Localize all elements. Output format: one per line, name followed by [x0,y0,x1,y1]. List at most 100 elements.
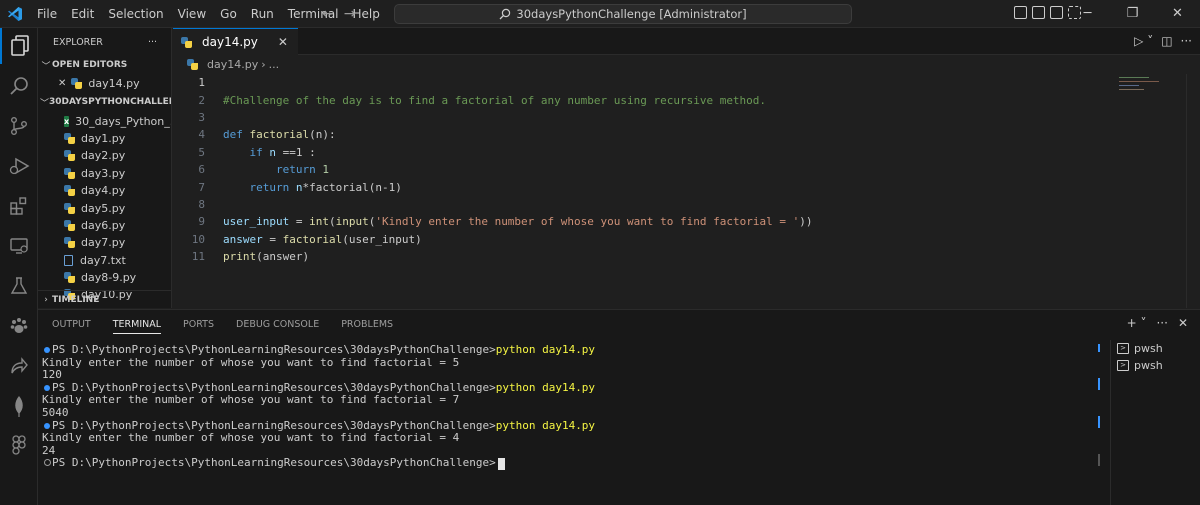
figma-icon[interactable] [0,428,38,464]
toggle-sidebar-icon[interactable] [1014,6,1027,19]
open-editor-item[interactable]: ✕ day14.py [38,75,171,92]
breadcrumb: day14.py › ... [173,55,1200,73]
python-file-icon [64,132,75,144]
code-line: 3 [198,110,205,124]
terminal-icon: > [1117,343,1129,354]
toggle-secondary-sidebar-icon[interactable] [1050,6,1063,19]
file-item[interactable]: x 30_days_Python_... [38,112,171,129]
code-line: 8 [198,197,205,211]
new-terminal-icon[interactable]: + ˅ [1127,316,1147,330]
python-file-icon [181,36,192,48]
source-control-icon[interactable] [0,108,38,144]
close-tab-icon[interactable]: ✕ [278,35,288,49]
file-item[interactable]: day1.py [38,130,171,147]
text-file-icon [64,254,73,266]
tab-terminal[interactable]: TERMINAL [112,319,162,334]
file-item[interactable]: day4.py [38,182,171,199]
breadcrumb-symbol[interactable]: ... [269,58,280,71]
spreadsheet-file-icon: x [64,115,70,127]
command-center-search[interactable]: 30daysPythonChallenge [Administrator] [394,4,852,24]
open-editors-section[interactable]: ﹀ OPEN EDITORS [38,55,171,75]
back-arrow-icon[interactable]: ← [322,0,334,28]
menu-edit[interactable]: Edit [64,0,101,28]
run-debug-icon[interactable] [0,148,38,184]
python-file-icon [64,219,75,231]
chevron-down-icon: ﹀ [40,98,50,109]
explorer-sidebar: EXPLORER ··· ﹀ OPEN EDITORS ✕ day14.py ﹀… [38,28,172,308]
editor-area: day14.py ✕ ▷ ˅ ◫ ··· day14.py › ... 1 2 #… [173,28,1200,308]
tab-output[interactable]: OUTPUT [52,319,91,330]
vscode-logo-icon [0,0,30,28]
forward-arrow-icon[interactable]: → [344,0,356,28]
python-file-icon [64,167,75,179]
panel-more-icon[interactable]: ··· [1156,316,1167,330]
python-file-icon [64,150,75,162]
testing-icon[interactable] [0,268,38,304]
file-item[interactable]: day8-9.py [38,269,171,286]
activity-bar [0,28,38,505]
tab-problems[interactable]: PROBLEMS [341,319,393,330]
python-file-icon [64,237,75,249]
file-item[interactable]: day7.txt [38,252,171,269]
menu-file[interactable]: File [30,0,64,28]
terminal-icon: > [1117,360,1129,371]
terminal-list-item[interactable]: > pwsh [1111,357,1200,374]
close-panel-icon[interactable]: ✕ [1178,316,1188,330]
code-line: 5 if n ==1 : [198,145,316,159]
minimize-icon[interactable]: ─ [1065,0,1110,28]
close-icon[interactable]: ✕ [58,78,66,89]
code-line: 2 #Challenge of the day is to find a fact… [198,93,767,107]
terminal-output[interactable]: PS D:\PythonProjects\PythonLearningResou… [42,343,1092,470]
terminal-list-item[interactable]: > pwsh [1111,340,1200,357]
python-file-icon [64,202,75,214]
title-bar: File Edit Selection View Go Run Terminal… [0,0,1200,28]
live-share-icon[interactable] [0,348,38,384]
python-file-icon [64,272,75,284]
folder-section[interactable]: ﹀ 30DAYSPYTHONCHALLENGE [38,92,171,112]
code-line: 4 def factorial(n): [198,128,336,142]
tab-label: day14.py [202,35,258,49]
search-activity-icon[interactable] [0,68,38,104]
menu-go[interactable]: Go [213,0,244,28]
explorer-title: EXPLORER [53,36,103,48]
code-line: 9 user_input = int(input('Kindly enter th… [198,215,813,229]
code-line: 1 [198,76,205,90]
code-editor[interactable]: 1 2 #Challenge of the day is to find a fa… [173,74,1113,265]
python-file-icon [187,58,198,70]
split-editor-icon[interactable]: ◫ [1161,34,1172,48]
tab-ports[interactable]: PORTS [183,319,214,330]
file-item[interactable]: day7.py [38,234,171,251]
restore-icon[interactable]: ❐ [1110,0,1155,28]
search-text: 30daysPythonChallenge [Administrator] [516,7,747,21]
remote-explorer-icon[interactable] [0,228,38,264]
file-item[interactable]: day6.py [38,217,171,234]
more-actions-icon[interactable]: ··· [1181,34,1192,48]
breadcrumb-file[interactable]: day14.py [207,58,258,71]
editor-scrollbar[interactable] [1186,74,1200,308]
run-file-icon[interactable]: ▷ ˅ [1134,34,1153,48]
timeline-section[interactable]: › TIMELINE [38,290,171,308]
python-file-icon [64,185,75,197]
breadcrumb-separator-icon: › [261,57,266,71]
explorer-icon[interactable] [0,28,38,64]
code-line: 6 return 1 [198,163,329,177]
bottom-panel: OUTPUT TERMINAL PORTS DEBUG CONSOLE PROB… [38,309,1200,505]
close-window-icon[interactable]: ✕ [1155,0,1200,28]
tab-debug-console[interactable]: DEBUG CONSOLE [236,319,319,330]
code-line: 11 print(answer) [191,250,310,264]
menu-run[interactable]: Run [244,0,281,28]
paw-extension-icon[interactable] [0,308,38,344]
file-item[interactable]: day5.py [38,199,171,216]
file-item[interactable]: day3.py [38,165,171,182]
tab-day14[interactable]: day14.py ✕ [173,28,298,55]
toggle-panel-icon[interactable] [1032,6,1045,19]
minimap[interactable] [1119,74,1185,114]
file-item[interactable]: day2.py [38,147,171,164]
terminal-list: > pwsh > pwsh [1110,340,1200,505]
explorer-more-icon[interactable]: ··· [148,37,157,48]
mongodb-leaf-icon[interactable] [0,388,38,424]
menu-view[interactable]: View [171,0,213,28]
extensions-icon[interactable] [0,188,38,224]
menu-selection[interactable]: Selection [101,0,170,28]
code-line: 7 return n*factorial(n-1) [198,180,402,194]
